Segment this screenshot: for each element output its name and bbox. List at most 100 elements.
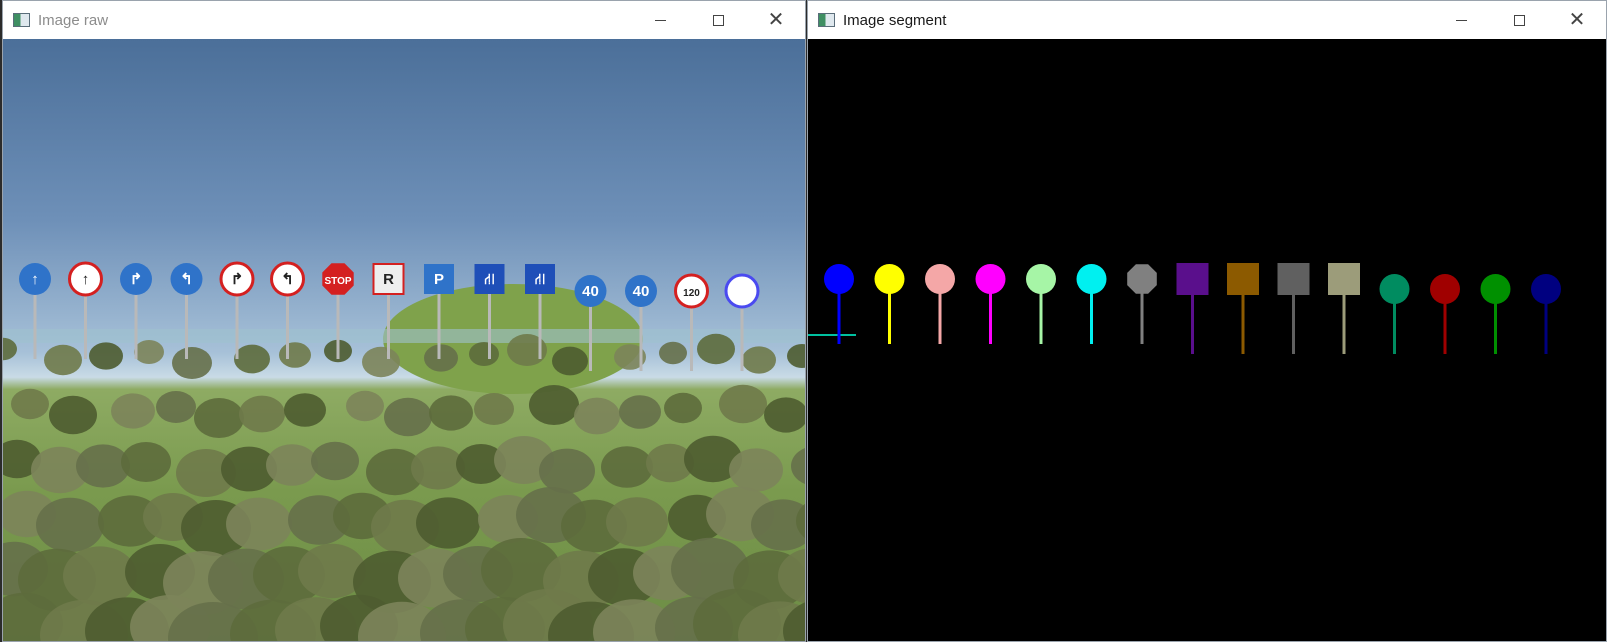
bush — [11, 388, 49, 420]
segment-sign — [1227, 263, 1259, 354]
sign-mask — [975, 264, 1006, 294]
minimize-icon — [1455, 19, 1467, 21]
segment-sign — [1430, 274, 1460, 354]
minimize-button[interactable] — [631, 1, 689, 39]
bush — [764, 397, 805, 433]
bush — [664, 392, 702, 424]
bush — [619, 395, 661, 429]
segment-image-view — [808, 39, 1606, 641]
title-bar[interactable]: Image raw ✕ — [3, 1, 805, 39]
bush — [424, 344, 458, 372]
image-raw-window[interactable]: Image raw ✕ ↑ ↑ ↱ ↰ ↱ ↰ STOP R P ⛙ ⛙ 40 40 120 — [2, 0, 806, 642]
sign-label: ↱ — [130, 271, 143, 288]
bush — [362, 346, 400, 378]
bush — [36, 497, 104, 553]
sign-mask — [1026, 264, 1056, 294]
window-title: Image raw — [38, 11, 109, 29]
raw-sign: ↑ — [68, 261, 103, 359]
vegetation — [3, 333, 805, 641]
sign-label: ↱ — [231, 271, 244, 288]
segment-signs-row — [824, 263, 1561, 354]
sign-mask — [1127, 264, 1157, 294]
segment-sign — [1379, 274, 1410, 354]
bush — [469, 342, 499, 366]
bush — [226, 497, 292, 551]
segment-sign — [925, 264, 955, 344]
sign-label: STOP — [324, 276, 351, 287]
close-button[interactable]: ✕ — [1548, 1, 1606, 39]
segment-sign — [1127, 264, 1157, 344]
sign-label: ⛙ — [535, 271, 546, 288]
raw-sign: ↑ — [19, 263, 51, 359]
bush — [742, 346, 776, 374]
segment-sign — [1328, 263, 1360, 354]
bush — [194, 398, 244, 438]
sign-mask — [925, 264, 955, 294]
maximize-icon — [1513, 14, 1525, 26]
close-icon: ✕ — [1568, 9, 1586, 31]
maximize-button[interactable] — [1490, 1, 1548, 39]
close-button[interactable]: ✕ — [747, 1, 805, 39]
bush — [44, 344, 82, 376]
sign-mask — [1379, 274, 1410, 304]
sign-mask — [1430, 274, 1460, 304]
sign-mask — [1328, 263, 1360, 295]
close-icon: ✕ — [767, 9, 785, 31]
bush — [719, 384, 767, 424]
segment-sign — [1026, 264, 1056, 344]
sign-mask — [1277, 263, 1310, 295]
segment-sign — [1531, 274, 1561, 354]
bush — [429, 395, 473, 431]
sign-mask — [824, 264, 854, 294]
raw-signs-row: ↑ ↑ ↱ ↰ ↱ ↰ STOP R P ⛙ ⛙ 40 40 120 — [19, 261, 760, 371]
bush — [552, 346, 588, 376]
bush — [659, 341, 687, 365]
image-segment-window[interactable]: Image segment ✕ — [807, 0, 1607, 642]
bush — [284, 393, 326, 427]
bush — [266, 444, 318, 486]
sign-mask — [1531, 274, 1561, 304]
bush — [529, 385, 579, 425]
sign-mask — [1227, 263, 1259, 295]
raw-sign: ↱ — [219, 261, 255, 359]
bush — [89, 342, 123, 370]
sign-mask — [1480, 274, 1511, 304]
sign-mask — [874, 264, 905, 294]
sign-label: 40 — [582, 283, 599, 300]
title-bar[interactable]: Image segment ✕ — [808, 1, 1606, 39]
sign-label: P — [434, 271, 444, 288]
maximize-button[interactable] — [689, 1, 747, 39]
bush — [384, 397, 432, 437]
app-window-icon — [818, 13, 835, 27]
sign-label: 40 — [633, 283, 650, 300]
sign-label: ↰ — [180, 271, 193, 288]
sign-face — [724, 273, 760, 309]
segment-sign — [975, 264, 1006, 344]
window-title: Image segment — [843, 11, 947, 29]
bush — [539, 448, 595, 494]
sign-label: ↰ — [281, 271, 294, 288]
bush — [416, 497, 480, 549]
bush — [697, 333, 735, 365]
minimize-icon — [654, 19, 666, 21]
sign-mask — [1176, 263, 1209, 295]
bush — [346, 390, 384, 422]
bush — [111, 393, 155, 429]
bush — [49, 395, 97, 435]
segment-sign — [1176, 263, 1209, 354]
raw-image-view: ↑ ↑ ↱ ↰ ↱ ↰ STOP R P ⛙ ⛙ 40 40 120 — [3, 39, 805, 641]
bush — [601, 446, 653, 488]
app-window-icon — [13, 13, 30, 27]
bush — [121, 442, 171, 482]
raw-scene: ↑ ↑ ↱ ↰ ↱ ↰ STOP R P ⛙ ⛙ 40 40 120 — [3, 261, 805, 641]
bush — [279, 342, 311, 368]
bush — [606, 497, 668, 547]
minimize-button[interactable] — [1432, 1, 1490, 39]
bush — [311, 441, 359, 481]
bush — [156, 391, 196, 423]
bush — [791, 448, 805, 484]
bush — [239, 395, 285, 433]
bush — [234, 344, 270, 374]
bush — [787, 344, 805, 368]
maximize-icon — [712, 14, 724, 26]
